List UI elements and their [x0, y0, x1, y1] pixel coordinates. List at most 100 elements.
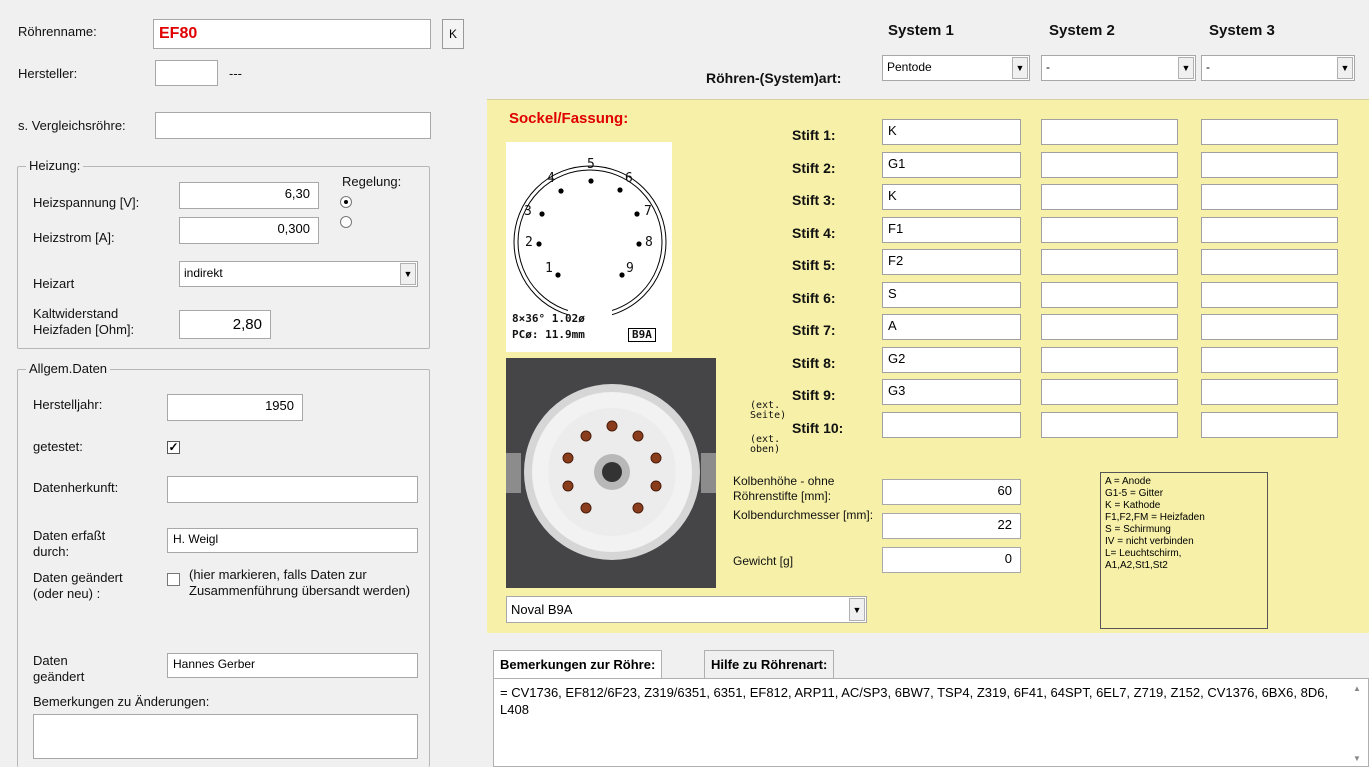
system-2-type-select[interactable]: - ▼ — [1041, 55, 1196, 81]
tube-name-label: Röhrenname: — [18, 24, 97, 39]
socket-diagram: 1 2 3 4 5 6 7 8 9 8×36° 1.02ø PCø: 11.9m… — [506, 142, 672, 352]
pin-4-system-2-input[interactable] — [1041, 217, 1178, 243]
socket-code-badge: B9A — [628, 328, 656, 342]
heating-voltage-label: Heizspannung [V]: — [33, 195, 140, 210]
pin-number-3: 3 — [524, 204, 532, 219]
manufacturer-input[interactable] — [155, 60, 218, 86]
chevron-down-icon: ▼ — [1012, 57, 1028, 79]
pin-7-system-2-input[interactable] — [1041, 314, 1178, 340]
weight-input[interactable]: 0 — [882, 547, 1021, 573]
pin-9-system-1-input[interactable]: G3 — [882, 379, 1021, 405]
pin-10-system-3-input[interactable] — [1201, 412, 1338, 438]
pin-5-system-3-input[interactable] — [1201, 249, 1338, 275]
pin-4-system-3-input[interactable] — [1201, 217, 1338, 243]
pin-7-system-1-input[interactable]: A — [882, 314, 1021, 340]
pin-label-3: Stift 3: — [792, 192, 836, 208]
ext-top-note-2: oben) — [750, 444, 781, 455]
pin-2-system-1-input[interactable]: G1 — [882, 152, 1021, 178]
change-remarks-label: Bemerkungen zu Änderungen: — [33, 694, 210, 709]
k-button[interactable]: K — [442, 19, 464, 49]
pin-5-system-1-input[interactable]: F2 — [882, 249, 1021, 275]
system-3-type-select[interactable]: - ▼ — [1201, 55, 1355, 81]
heating-type-value: indirekt — [184, 266, 223, 280]
pin-6-system-3-input[interactable] — [1201, 282, 1338, 308]
changed-by-input[interactable]: Hannes Gerber — [167, 653, 418, 678]
pin-1-system-1-input[interactable]: K — [882, 119, 1021, 145]
heating-type-label: Heizart — [33, 276, 75, 291]
pin-3-system-1-input[interactable]: K — [882, 184, 1021, 210]
pin-number-2: 2 — [525, 235, 533, 250]
cold-resistance-input[interactable]: 2,80 — [179, 310, 271, 339]
pin-8-system-1-input[interactable]: G2 — [882, 347, 1021, 373]
legend-item: IV = nicht verbinden — [1105, 536, 1194, 547]
regulation-radio-2[interactable] — [340, 216, 352, 228]
recorded-by-input[interactable]: H. Weigl — [167, 528, 418, 553]
chevron-down-icon: ▼ — [849, 598, 865, 621]
pin-1-system-3-input[interactable] — [1201, 119, 1338, 145]
changed-checkbox[interactable] — [167, 573, 180, 586]
legend-item: A1,A2,St1,St2 — [1105, 560, 1168, 571]
pin-1-system-2-input[interactable] — [1041, 119, 1178, 145]
tested-checkbox[interactable]: ✓ — [167, 441, 180, 454]
changed-label: Daten geändert (oder neu) : — [33, 570, 123, 601]
pin-label-10: Stift 10: — [792, 420, 844, 436]
heating-current-input[interactable]: 0,300 — [179, 217, 319, 244]
socket-type-select[interactable]: Noval B9A ▼ — [506, 596, 867, 623]
remarks-textarea[interactable]: = CV1736, EF812/6F23, Z319/6351, 6351, E… — [493, 678, 1369, 767]
regulation-radio-1[interactable] — [340, 196, 352, 208]
pin-6-system-1-input[interactable]: S — [882, 282, 1021, 308]
heating-type-select[interactable]: indirekt ▼ — [179, 261, 418, 287]
pin-number-7: 7 — [644, 204, 652, 219]
pin-label-1: Stift 1: — [792, 127, 836, 143]
pin-5-system-2-input[interactable] — [1041, 249, 1178, 275]
year-input[interactable]: 1950 — [167, 394, 303, 421]
scroll-down-icon[interactable]: ▼ — [1353, 754, 1361, 763]
pin-9-system-2-input[interactable] — [1041, 379, 1178, 405]
pin-6-system-2-input[interactable] — [1041, 282, 1178, 308]
tube-name-input[interactable]: EF80 — [153, 19, 431, 49]
chevron-down-icon: ▼ — [1178, 57, 1194, 79]
chevron-down-icon: ▼ — [1337, 57, 1353, 79]
manufacturer-suffix: --- — [229, 66, 242, 81]
legend-item: K = Kathode — [1105, 500, 1161, 511]
pin-2-system-2-input[interactable] — [1041, 152, 1178, 178]
socket-spec-line2: PCø: 11.9mm — [512, 328, 585, 341]
tab-help-tube-type[interactable]: Hilfe zu Röhrenart: — [704, 650, 835, 678]
heating-group-title: Heizung: — [26, 158, 84, 173]
tab-remarks[interactable]: Bemerkungen zur Röhre: — [493, 650, 663, 678]
regulation-label: Regelung: — [342, 174, 402, 189]
pin-4-system-1-input[interactable]: F1 — [882, 217, 1021, 243]
pin-3-system-3-input[interactable] — [1201, 184, 1338, 210]
ext-side-note-2: Seite) — [750, 410, 787, 421]
socket-title: Sockel/Fassung: — [509, 110, 629, 127]
pin-number-8: 8 — [645, 235, 653, 250]
changed-by-label: Daten geändert — [33, 653, 85, 684]
bulb-height-input[interactable]: 60 — [882, 479, 1021, 505]
legend-item: L= Leuchtschirm, — [1105, 548, 1182, 559]
pin-2-system-3-input[interactable] — [1201, 152, 1338, 178]
general-group-title: Allgem.Daten — [26, 361, 111, 376]
pin-7-system-3-input[interactable] — [1201, 314, 1338, 340]
pin-8-system-2-input[interactable] — [1041, 347, 1178, 373]
bulb-diameter-input[interactable]: 22 — [882, 513, 1021, 539]
pin-9-system-3-input[interactable] — [1201, 379, 1338, 405]
scroll-up-icon[interactable]: ▲ — [1353, 684, 1361, 693]
system-1-type-value: Pentode — [887, 60, 932, 74]
pin-10-system-2-input[interactable] — [1041, 412, 1178, 438]
socket-photo — [506, 358, 716, 588]
system-1-header: System 1 — [888, 22, 954, 39]
origin-input[interactable] — [167, 476, 418, 503]
pin-3-system-2-input[interactable] — [1041, 184, 1178, 210]
recorded-by-label: Daten erfaßt durch: — [33, 528, 106, 559]
legend-item: F1,F2,FM = Heizfaden — [1105, 512, 1205, 523]
pin-10-system-1-input[interactable] — [882, 412, 1021, 438]
pin-8-system-3-input[interactable] — [1201, 347, 1338, 373]
system-2-header: System 2 — [1049, 22, 1115, 39]
heating-current-label: Heizstrom [A]: — [33, 230, 115, 245]
system-1-type-select[interactable]: Pentode ▼ — [882, 55, 1030, 81]
pin-label-9: Stift 9: — [792, 387, 836, 403]
comparison-input[interactable] — [155, 112, 431, 139]
change-remarks-input[interactable] — [33, 714, 418, 759]
heating-voltage-input[interactable]: 6,30 — [179, 182, 319, 209]
pin-number-6: 6 — [625, 171, 633, 186]
